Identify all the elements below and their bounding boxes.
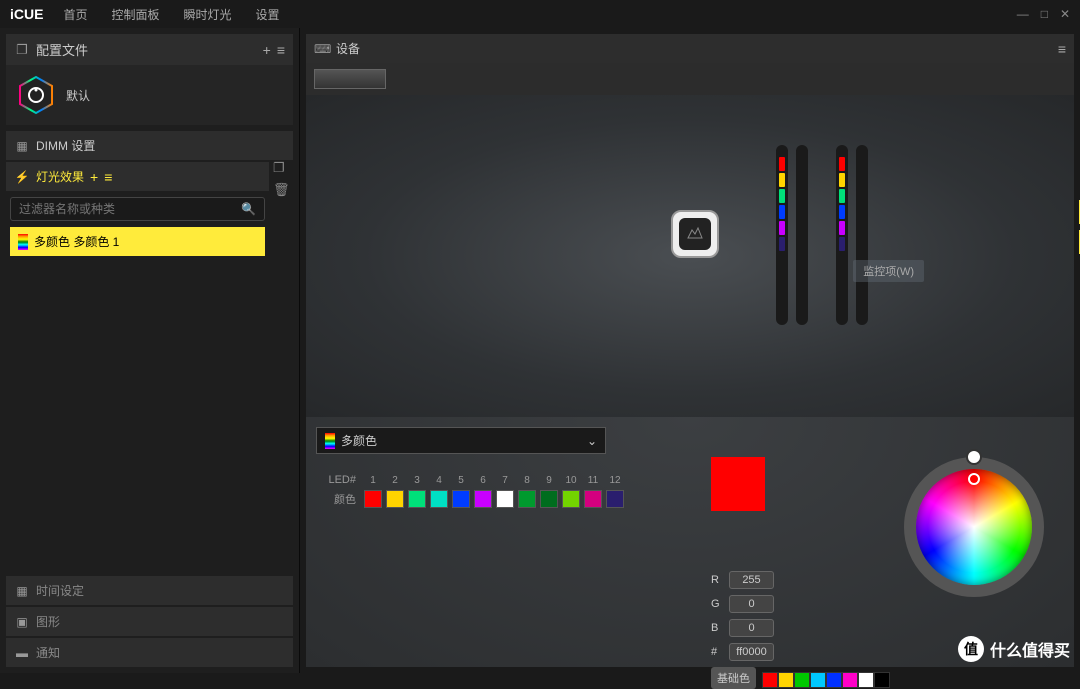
base-swatch-3[interactable]: [794, 672, 810, 688]
g-label: G: [711, 598, 723, 610]
base-color-swatches: [762, 672, 890, 688]
led-swatch-2[interactable]: [386, 490, 404, 508]
profiles-header: ❐ 配置文件 + ≡: [6, 34, 293, 65]
ram-thumb[interactable]: [314, 69, 386, 89]
rainbow-icon: [325, 433, 335, 449]
led-swatch-4[interactable]: [430, 490, 448, 508]
base-swatch-2[interactable]: [778, 672, 794, 688]
dimm-settings-row[interactable]: ▦ DIMM 设置: [6, 131, 293, 160]
cpu-cooler: [671, 210, 719, 258]
copy-icon: ❐: [14, 42, 30, 58]
profile-default[interactable]: 默认: [6, 65, 293, 125]
profile-icon: [16, 75, 56, 115]
hex-label: #: [711, 646, 723, 658]
search-icon[interactable]: 🔍: [241, 202, 256, 216]
led-header: LED#: [316, 474, 356, 486]
effect-type-dropdown[interactable]: 多颜色 ⌄: [316, 427, 606, 454]
grid-icon: ▦: [14, 139, 30, 153]
maximize-icon[interactable]: □: [1041, 7, 1048, 21]
device-menu-icon[interactable]: ≡: [1058, 41, 1066, 57]
content-area: ⌨ 设备 ≡ 监控项(W) DIMM 1 DIMM 2: [300, 28, 1080, 673]
g-input[interactable]: [729, 595, 774, 613]
search-box[interactable]: 🔍: [10, 197, 265, 221]
b-label: B: [711, 622, 723, 634]
search-input[interactable]: [19, 202, 241, 216]
color-wheel[interactable]: [904, 457, 1044, 597]
profile-name: 默认: [66, 87, 90, 104]
r-input[interactable]: [729, 571, 774, 589]
rainbow-icon: [18, 234, 28, 250]
base-swatch-7[interactable]: [858, 672, 874, 688]
watermark: 值 什么值得买: [958, 636, 1070, 662]
device-preview: 监控项(W) DIMM 1 DIMM 2: [306, 95, 1074, 417]
led-swatch-10[interactable]: [562, 490, 580, 508]
sat-handle[interactable]: [968, 473, 980, 485]
tab-graph[interactable]: ▣图形: [6, 607, 293, 636]
b-input[interactable]: [729, 619, 774, 637]
led-swatch-7[interactable]: [496, 490, 514, 508]
graph-icon: ▣: [14, 615, 30, 629]
monitor-tooltip: 监控项(W): [853, 260, 924, 282]
device-thumbs: [306, 63, 1074, 95]
ram-stick-3[interactable]: [836, 145, 848, 325]
lightning-icon: ⚡: [14, 170, 30, 184]
nav-dashboard[interactable]: 控制面板: [111, 6, 159, 23]
add-profile-icon[interactable]: +: [263, 42, 271, 58]
nav-home[interactable]: 首页: [63, 6, 87, 23]
base-swatch-4[interactable]: [810, 672, 826, 688]
ram-stick-4[interactable]: [856, 145, 868, 325]
effect-item-multicolor[interactable]: 多颜色 多颜色 1: [10, 227, 265, 256]
led-swatch-1[interactable]: [364, 490, 382, 508]
watermark-icon: 值: [958, 636, 984, 662]
close-icon[interactable]: ✕: [1060, 7, 1070, 21]
copy-effect-icon[interactable]: ❐: [273, 160, 293, 176]
base-swatch-5[interactable]: [826, 672, 842, 688]
base-swatch-1[interactable]: [762, 672, 778, 688]
hue-handle[interactable]: [966, 449, 982, 465]
hex-input[interactable]: [729, 643, 774, 661]
ram-stick-2[interactable]: [796, 145, 808, 325]
base-color-button[interactable]: 基础色: [711, 667, 756, 689]
current-color-swatch: [711, 457, 765, 511]
led-swatch-6[interactable]: [474, 490, 492, 508]
nav-instant-lighting[interactable]: 瞬时灯光: [183, 6, 231, 23]
base-swatch-8[interactable]: [874, 672, 890, 688]
lighting-effects-row[interactable]: ⚡ 灯光效果 + ≡: [6, 162, 269, 191]
effect-menu-icon[interactable]: ≡: [104, 169, 112, 185]
menu-icon[interactable]: ≡: [277, 42, 285, 58]
clock-icon: ▦: [14, 584, 30, 598]
effect-panel: 多颜色 ⌄ LED# 123456789101112 颜色 R: [306, 417, 1074, 667]
chevron-down-icon: ⌄: [587, 434, 597, 448]
device-header: ⌨ 设备 ≡: [306, 34, 1074, 63]
device-title: 设备: [336, 40, 360, 57]
led-swatch-5[interactable]: [452, 490, 470, 508]
sidebar: ❐ 配置文件 + ≡ 默认 ▦ DIMM 设置 ⚡ 灯光效果 + ≡: [0, 28, 300, 673]
delete-effect-icon[interactable]: 🗑: [273, 182, 293, 198]
led-swatch-9[interactable]: [540, 490, 558, 508]
color-header: 颜色: [316, 491, 356, 507]
led-swatch-3[interactable]: [408, 490, 426, 508]
profiles-title: 配置文件: [36, 40, 88, 59]
minimize-icon[interactable]: —: [1017, 7, 1029, 21]
app-logo: iCUE: [10, 6, 43, 22]
r-label: R: [711, 574, 723, 586]
ram-stick-1[interactable]: [776, 145, 788, 325]
add-effect-icon[interactable]: +: [90, 169, 98, 185]
led-swatches: [362, 490, 626, 508]
tab-time[interactable]: ▦时间设定: [6, 576, 293, 605]
base-swatch-6[interactable]: [842, 672, 858, 688]
chat-icon: ▬: [14, 646, 30, 660]
nav-settings[interactable]: 设置: [256, 6, 280, 23]
led-swatch-12[interactable]: [606, 490, 624, 508]
keyboard-icon: ⌨: [314, 42, 330, 56]
title-bar: iCUE 首页 控制面板 瞬时灯光 设置 — □ ✕: [0, 0, 1080, 28]
led-swatch-11[interactable]: [584, 490, 602, 508]
led-swatch-8[interactable]: [518, 490, 536, 508]
tab-notify[interactable]: ▬通知: [6, 638, 293, 667]
